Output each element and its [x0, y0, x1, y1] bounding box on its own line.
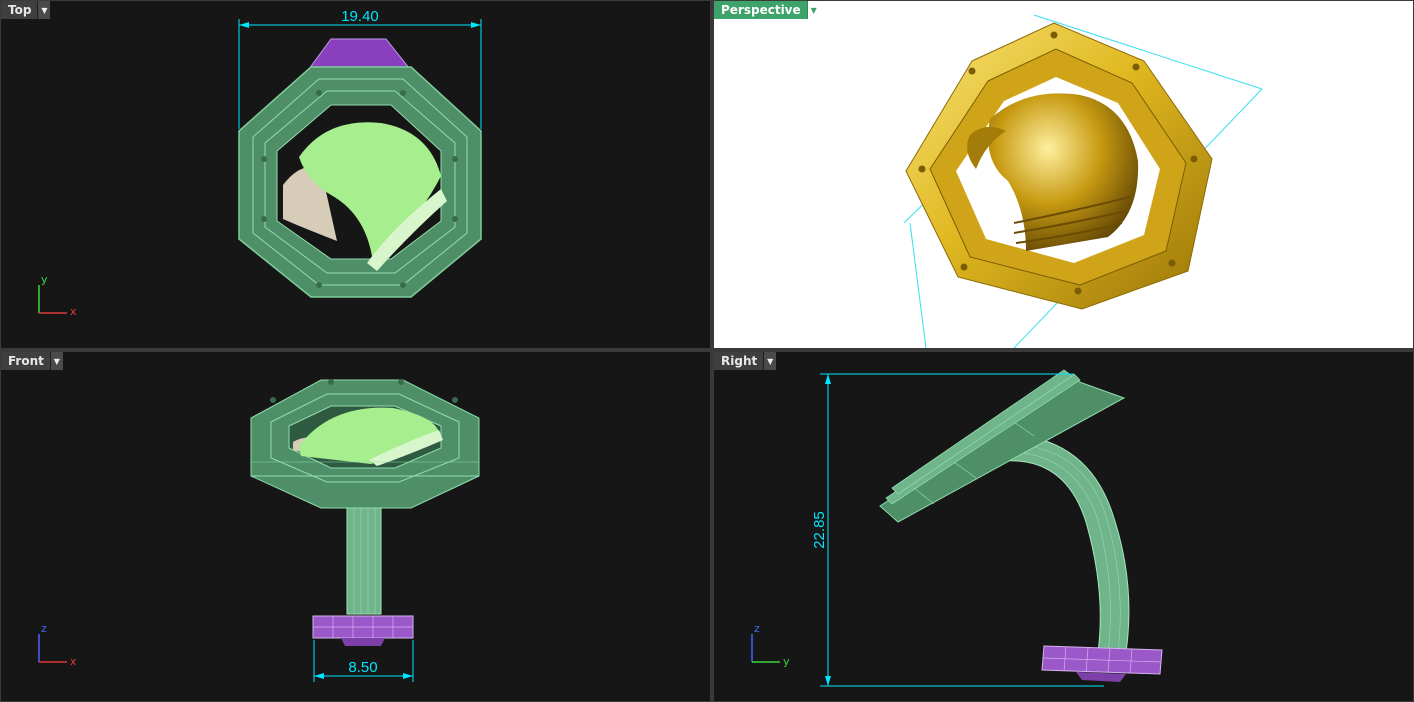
- axis-z-label: z: [41, 622, 47, 635]
- dimension-label: 19.40: [341, 8, 379, 25]
- triangle-down-icon[interactable]: ▼: [763, 352, 777, 370]
- triangle-down-icon[interactable]: ▼: [806, 1, 820, 19]
- axis-x-label: x: [70, 305, 77, 318]
- viewport-title: Perspective: [721, 3, 801, 17]
- triangle-down-icon[interactable]: ▼: [49, 352, 63, 370]
- viewport-perspective[interactable]: Perspective ▼: [714, 1, 1413, 348]
- viewport-top[interactable]: Top ▼ 19.40 y x: [1, 1, 710, 348]
- axis-gizmo: z x: [38, 622, 77, 668]
- viewport-front[interactable]: Front ▼ 8.50 z x: [1, 352, 710, 701]
- viewport-tab-top[interactable]: Top ▼: [1, 1, 51, 19]
- axis-gizmo: z y: [751, 622, 790, 668]
- viewport-title: Front: [8, 354, 44, 368]
- viewport-title: Right: [721, 354, 758, 368]
- viewport-right[interactable]: Right ▼ 22.85 z y: [714, 352, 1413, 701]
- axis-gizmo: y x: [38, 273, 77, 318]
- axis-x-label: x: [70, 655, 77, 668]
- viewport-tab-perspective[interactable]: Perspective ▼: [714, 1, 820, 19]
- viewport-tab-right[interactable]: Right ▼: [714, 352, 777, 370]
- front-view-canvas: 8.50 z x: [38, 379, 480, 682]
- viewport-tab-front[interactable]: Front ▼: [1, 352, 63, 370]
- perspective-render: [903, 14, 1263, 348]
- dimension-label: 8.50: [348, 659, 377, 676]
- ring-shank: [346, 501, 382, 615]
- axis-z-label: z: [754, 622, 760, 635]
- ring-shank-curved: [993, 433, 1130, 653]
- triangle-down-icon[interactable]: ▼: [37, 1, 51, 19]
- top-view-canvas: 19.40 y x: [38, 8, 482, 318]
- viewport-title: Top: [8, 3, 32, 17]
- right-view-canvas: 22.85 z y: [751, 369, 1163, 687]
- dimension-label: 22.85: [811, 511, 828, 549]
- axis-y-label: y: [41, 273, 48, 286]
- axis-y-label: y: [783, 655, 790, 668]
